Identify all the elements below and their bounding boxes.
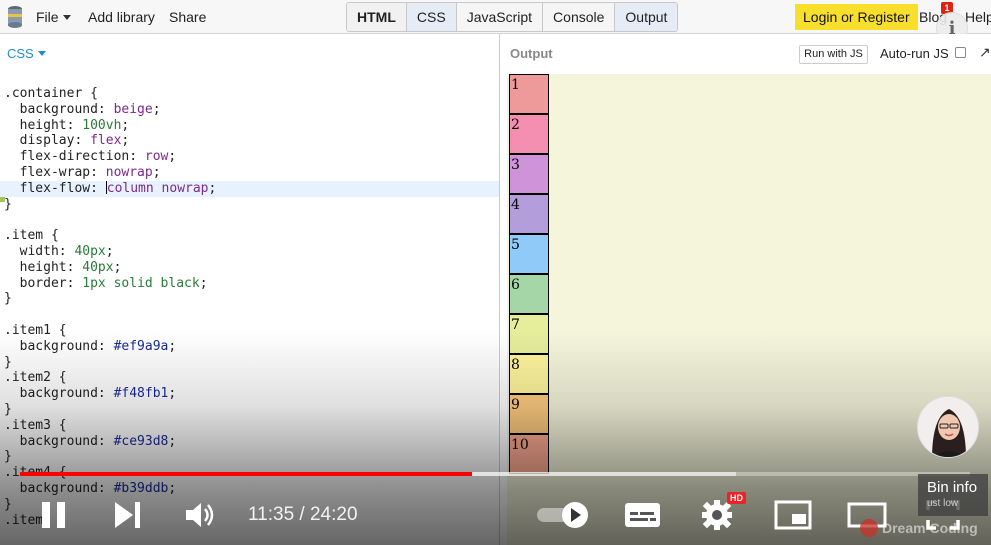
code-line: background: #ef9a9a; [4,338,177,354]
css-code-editor[interactable]: .container { background: beige; height: … [0,86,499,528]
flex-item-2: 2 [509,114,549,154]
tab-html[interactable]: HTML [347,3,407,31]
code-line: .item3 { [4,417,67,433]
flex-item-8: 8 [509,354,549,394]
run-with-js-button[interactable]: Run with JS [799,45,868,64]
video-time-display: 11:35 / 24:20 [248,504,358,525]
flex-item-9: 9 [509,394,549,434]
output-panel-title: Output [510,46,553,61]
autoplay-toggle-icon[interactable] [535,500,591,530]
code-line: flex-direction: row; [4,149,177,165]
flex-item-5: 5 [509,234,549,274]
code-line: } [4,401,12,417]
code-line: background: beige; [4,101,161,117]
code-line: background: #b39ddb; [4,480,177,496]
share-menu[interactable]: Share [169,9,206,25]
code-line: height: 100vh; [4,117,130,133]
expand-arrow-icon[interactable]: ↗ [979,44,991,61]
css-editor-panel: CSS .container { background: beige; heig… [0,34,500,545]
miniplayer-icon[interactable] [774,500,812,530]
progress-played [20,472,473,476]
css-panel-title: CSS [7,46,34,61]
code-line: .item1 { [4,322,67,338]
jsbin-logo-icon[interactable] [6,5,24,29]
code-line: .item { [4,228,59,244]
flex-item-10: 10 [509,434,549,474]
code-line: .container { [4,86,98,101]
code-line: } [4,291,12,307]
auto-run-js-checkbox[interactable] [955,47,966,58]
subtitles-icon[interactable] [624,500,662,530]
tab-console[interactable]: Console [543,3,616,31]
watermark-text: Dream Coding [882,520,978,536]
flex-item-1: 1 [509,74,549,114]
volume-icon[interactable] [184,500,218,530]
code-line: } [4,196,12,212]
channel-watermark: Dream Coding [860,519,978,537]
code-line: } [4,354,12,370]
code-line: } [4,449,12,465]
code-line: border: 1px solid black; [4,275,208,291]
tab-output[interactable]: Output [615,3,678,31]
file-menu[interactable]: File [36,9,71,25]
skip-next-icon[interactable] [113,500,143,530]
flex-item-4: 4 [509,194,549,234]
output-panel: Output Run with JS Auto-run JS ↗ 1234567… [501,34,991,545]
code-line: background: #f48fb1; [4,386,177,402]
panel-tabs: HTML CSS JavaScript Console Output [346,2,679,32]
watermark-logo-icon [860,519,878,537]
channel-avatar[interactable] [917,396,979,458]
code-line: .item2 { [4,370,67,386]
help-link[interactable]: Help [965,9,991,25]
video-progress-bar[interactable] [20,472,970,476]
tab-javascript[interactable]: JavaScript [457,3,544,31]
tab-css[interactable]: CSS [406,3,457,31]
file-menu-label: File [36,9,59,25]
flex-item-6: 6 [509,274,549,314]
bin-info-label: Bin info [927,479,978,496]
code-line: display: flex; [4,133,130,149]
presenter-portrait-icon [918,397,978,457]
code-line: flex-flow: column nowrap; [0,180,499,197]
top-toolbar: File Add library Share HTML CSS JavaScri… [0,0,991,34]
hd-badge: HD [727,492,746,504]
bin-info-sub: ust low [927,498,959,509]
login-register-button[interactable]: Login or Register [795,4,918,30]
add-library-menu[interactable]: Add library [88,9,155,25]
flex-item-3: 3 [509,154,549,194]
css-panel-header[interactable]: CSS [7,46,46,61]
code-line: width: 40px; [4,243,114,259]
chevron-down-icon [37,51,46,56]
code-line: height: 40px; [4,259,122,275]
flex-item-7: 7 [509,314,549,354]
pause-icon[interactable] [40,500,68,530]
auto-run-js-label: Auto-run JS [880,46,949,61]
chevron-down-icon [62,15,71,20]
code-line: background: #ce93d8; [4,433,177,449]
code-line: flex-wrap: nowrap; [4,164,161,180]
bin-info-card[interactable]: Bin info ust low [918,474,988,516]
